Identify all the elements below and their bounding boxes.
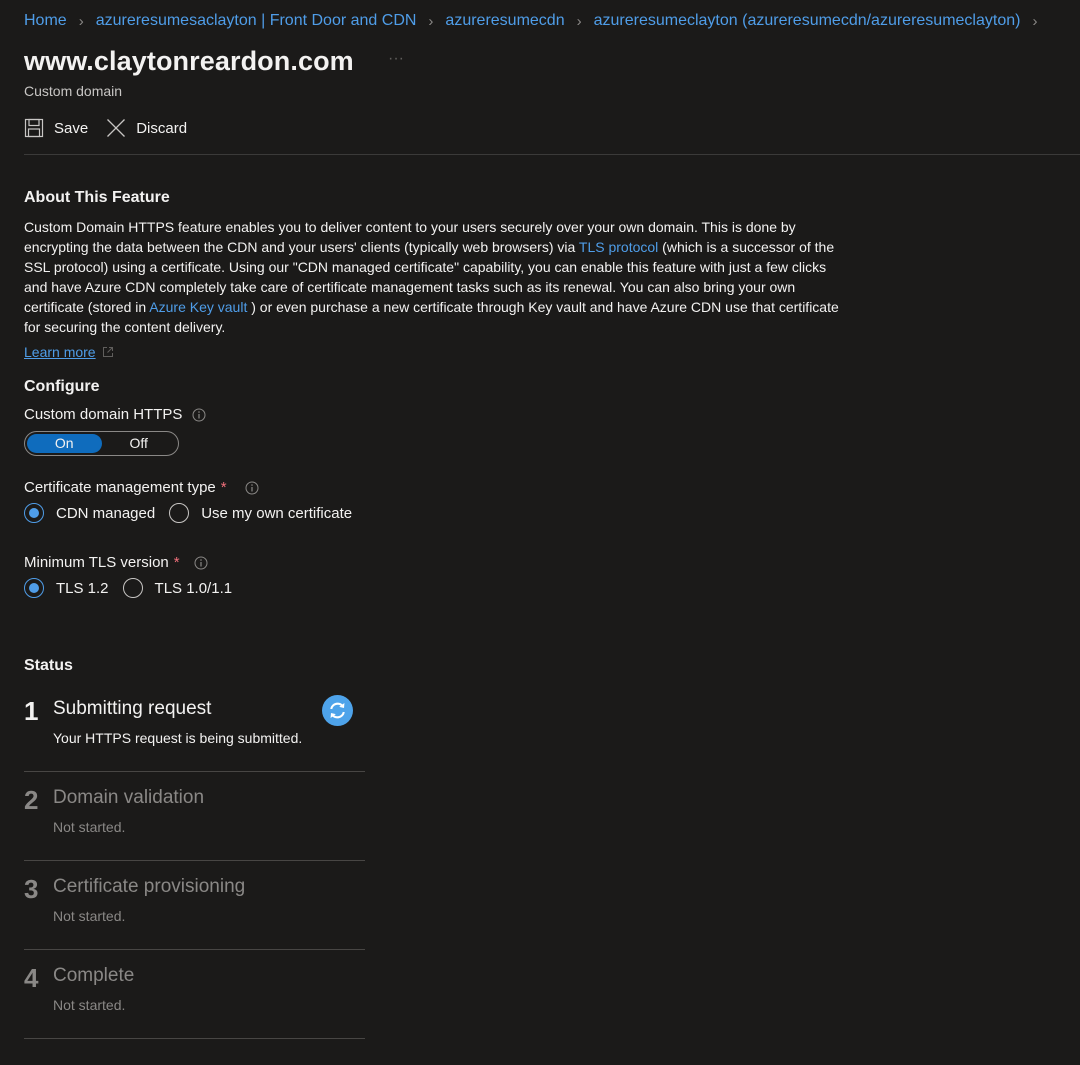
about-heading: About This Feature xyxy=(24,189,170,206)
cert-radio-group: CDN managed Use my own certificate xyxy=(24,503,366,523)
command-bar: Save Discard xyxy=(24,118,205,138)
breadcrumb-home[interactable]: Home xyxy=(24,12,67,30)
https-label: Custom domain HTTPS xyxy=(24,406,183,423)
step-title: Complete xyxy=(53,965,135,986)
tls-option-1-2[interactable]: TLS 1.2 xyxy=(24,578,109,598)
radio-unselected[interactable] xyxy=(169,503,190,523)
learn-more: Learn more xyxy=(24,344,114,360)
breadcrumb: Home › azureresumesaclayton | Front Door… xyxy=(24,12,1049,30)
chevron-right-icon: › xyxy=(576,12,582,30)
status-heading: Status xyxy=(24,657,73,674)
tls-field-label: Minimum TLS version * xyxy=(24,554,208,571)
status-step: 2 Domain validation Not started. xyxy=(24,772,365,861)
more-options-button[interactable]: ··· xyxy=(388,50,404,68)
tls-protocol-link[interactable]: TLS protocol xyxy=(579,239,658,255)
cert-label: Certificate management type xyxy=(24,479,216,496)
step-title: Certificate provisioning xyxy=(53,876,246,897)
cert-option-label: CDN managed xyxy=(56,504,156,522)
info-icon[interactable] xyxy=(194,556,208,570)
step-description: Not started. xyxy=(53,819,126,835)
step-title: Submitting request xyxy=(53,698,212,719)
configure-heading: Configure xyxy=(24,378,100,395)
https-field-label: Custom domain HTTPS xyxy=(24,406,206,423)
toolbar-divider xyxy=(24,154,1080,155)
cert-option-label: Use my own certificate xyxy=(201,504,353,522)
step-description: Not started. xyxy=(53,908,126,924)
step-title: Domain validation xyxy=(53,787,205,808)
discard-label: Discard xyxy=(136,119,188,137)
radio-selected[interactable] xyxy=(24,503,44,523)
tls-option-label: TLS 1.0/1.1 xyxy=(154,579,233,597)
step-description: Not started. xyxy=(53,997,126,1013)
https-toggle[interactable]: On Off xyxy=(24,431,179,456)
step-number: 2 xyxy=(24,785,39,815)
external-link-icon xyxy=(102,347,113,357)
save-label: Save xyxy=(54,119,89,137)
breadcrumb-front-door[interactable]: azureresumesaclayton | Front Door and CD… xyxy=(96,12,417,30)
required-asterisk: * xyxy=(220,479,227,496)
cert-option-own[interactable]: Use my own certificate xyxy=(169,503,352,523)
discard-button[interactable]: Discard xyxy=(106,118,187,138)
breadcrumb-endpoint[interactable]: azureresumeclayton (azureresumecdn/azure… xyxy=(594,12,1021,30)
about-description: Custom Domain HTTPS feature enables you … xyxy=(24,217,839,337)
radio-unselected[interactable] xyxy=(122,578,143,598)
toggle-off-option[interactable]: Off xyxy=(102,434,177,453)
close-icon xyxy=(107,119,126,137)
step-number: 4 xyxy=(24,963,39,993)
required-asterisk: * xyxy=(173,554,180,571)
chevron-right-icon: › xyxy=(78,12,84,30)
azure-key-vault-link[interactable]: Azure Key vault xyxy=(149,299,247,315)
learn-more-link[interactable]: Learn more xyxy=(24,344,96,360)
tls-radio-group: TLS 1.2 TLS 1.0/1.1 xyxy=(24,578,246,598)
cert-field-label: Certificate management type * xyxy=(24,479,259,496)
info-icon[interactable] xyxy=(192,408,206,422)
tls-option-label: TLS 1.2 xyxy=(56,579,109,597)
step-number: 1 xyxy=(24,696,39,726)
save-icon xyxy=(24,118,44,138)
status-step: 3 Certificate provisioning Not started. xyxy=(24,861,365,950)
radio-selected[interactable] xyxy=(24,578,44,598)
status-step: 4 Complete Not started. xyxy=(24,950,365,1039)
info-icon[interactable] xyxy=(245,481,259,495)
chevron-right-icon: › xyxy=(428,12,434,30)
chevron-right-icon: › xyxy=(1032,12,1038,30)
step-description: Your HTTPS request is being submitted. xyxy=(53,730,303,746)
tls-label: Minimum TLS version xyxy=(24,554,169,571)
status-steps: 1 Submitting request Your HTTPS request … xyxy=(24,683,365,1039)
tls-option-1-0[interactable]: TLS 1.0/1.1 xyxy=(122,578,233,598)
status-step: 1 Submitting request Your HTTPS request … xyxy=(24,683,365,772)
breadcrumb-cdn-profile[interactable]: azureresumecdn xyxy=(445,12,564,30)
page-subtitle: Custom domain xyxy=(24,83,123,99)
page-title: www.claytonreardon.com xyxy=(24,46,354,76)
toggle-on-option[interactable]: On xyxy=(27,434,102,453)
cert-option-cdn-managed[interactable]: CDN managed xyxy=(24,503,155,523)
save-button[interactable]: Save xyxy=(24,118,88,138)
step-number: 3 xyxy=(24,874,39,904)
refresh-icon xyxy=(322,695,353,726)
